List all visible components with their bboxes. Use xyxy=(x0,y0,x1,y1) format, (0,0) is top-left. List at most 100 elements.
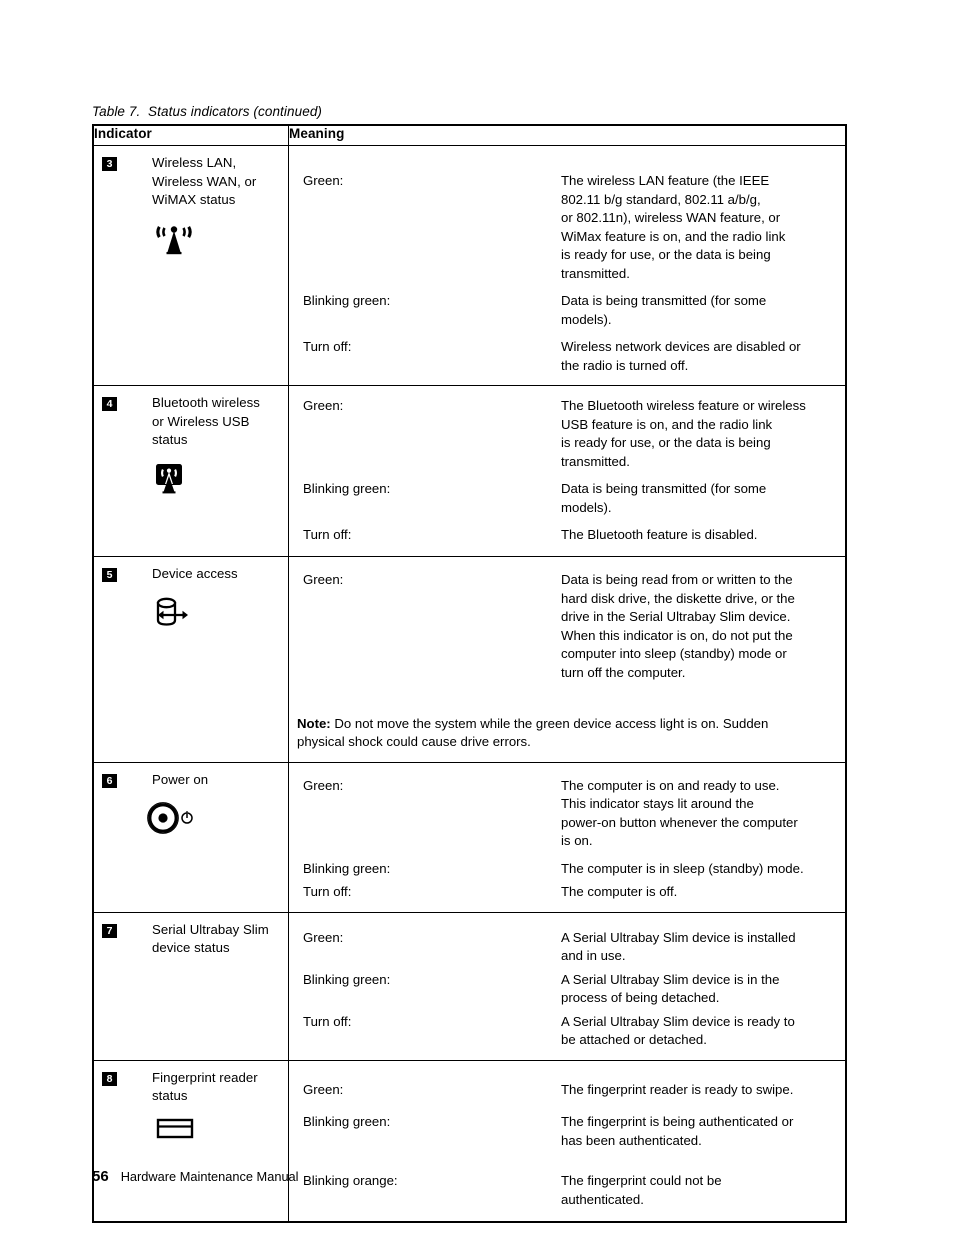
meaning-description: A Serial Ultrabay Slim device is ready t… xyxy=(561,1013,795,1048)
table-row: 5 Device access Green: Data is being rea… xyxy=(92,556,847,763)
table-row: 3 Wireless LAN, Wireless WAN, or WiMAX s… xyxy=(92,145,847,386)
meaning-entry: Green: The computer is on and ready to u… xyxy=(289,777,841,851)
indicator-label: Device access xyxy=(152,566,238,581)
meaning-term: Blinking green: xyxy=(303,971,391,987)
indicator-cell: 8 Fingerprint reader status xyxy=(92,1059,289,1222)
meaning-term: Blinking green: xyxy=(303,481,391,496)
meaning-term: Green: xyxy=(303,398,344,413)
note-text: Do not move the system while the green d… xyxy=(297,715,769,750)
meaning-description: The wireless LAN feature (the IEEE 802.1… xyxy=(561,173,786,281)
indicator-label: Power on xyxy=(152,771,209,787)
column-header-meaning: Meaning xyxy=(288,124,847,146)
indicator-cell: 5 Device access xyxy=(92,556,289,763)
table-caption: Table 7. Status indicators (continued) xyxy=(92,104,323,119)
meaning-term: Green: xyxy=(303,572,344,587)
indicator-cell: 6 Power on xyxy=(92,761,289,913)
meaning-term: Green: xyxy=(303,777,344,793)
table-row: 8 Fingerprint reader status Green: The f… xyxy=(92,1059,847,1222)
meaning-entry: Green: Data is being read from or writte… xyxy=(289,571,841,682)
meaning-description: The computer is on and ready to use. Thi… xyxy=(561,777,798,849)
note-block: Note: Do not move the system while the g… xyxy=(289,696,841,752)
indicator-badge-5: 5 xyxy=(102,568,117,582)
meaning-term: Blinking green: xyxy=(303,293,391,308)
meaning-entry: Blinking green: The fingerprint is being… xyxy=(289,1113,841,1150)
meaning-description: The fingerprint reader is ready to swipe… xyxy=(561,1081,794,1097)
status-indicators-table: Indicator Meaning 3 Wireless LAN, Wirele… xyxy=(92,124,847,1223)
power-on-icon xyxy=(146,801,282,839)
indicator-badge-6: 6 xyxy=(102,773,117,788)
meaning-entry: Blinking green: A Serial Ultrabay Slim d… xyxy=(289,971,841,1008)
meaning-description: The computer is in sleep (standby) mode. xyxy=(561,860,804,876)
meaning-entry: Turn off: The computer is off. xyxy=(289,883,841,902)
indicator-badge-8: 8 xyxy=(102,1071,117,1086)
meaning-term: Turn off: xyxy=(303,1013,352,1029)
meaning-term: Turn off: xyxy=(303,527,352,542)
meaning-entry: Blinking orange: The fingerprint could n… xyxy=(289,1172,841,1209)
footer-title: Hardware Maintenance Manual xyxy=(120,1169,299,1184)
meaning-entry: Turn off: A Serial Ultrabay Slim device … xyxy=(289,1013,841,1050)
meaning-entry: Blinking green: The computer is in sleep… xyxy=(289,860,841,879)
meaning-cell: Green: A Serial Ultrabay Slim device is … xyxy=(288,911,847,1061)
meaning-description: A Serial Ultrabay Slim device is in the … xyxy=(561,971,780,1006)
meaning-cell: Green: The computer is on and ready to u… xyxy=(288,761,847,913)
antenna-tower-icon xyxy=(154,222,282,260)
document-page: Table 7. Status indicators (continued) I… xyxy=(0,0,954,1235)
indicator-cell: 4 Bluetooth wireless or Wireless USB sta… xyxy=(92,385,289,557)
meaning-cell: Green: The Bluetooth wireless feature or… xyxy=(288,385,847,557)
indicator-badge-3: 3 xyxy=(102,157,117,171)
table-row: 7 Serial Ultrabay Slim device status Gre… xyxy=(92,911,847,1061)
table-row: 4 Bluetooth wireless or Wireless USB sta… xyxy=(92,385,847,557)
meaning-description: The Bluetooth feature is disabled. xyxy=(561,527,758,542)
meaning-cell: Green: The wireless LAN feature (the IEE… xyxy=(288,145,847,386)
meaning-term: Blinking green: xyxy=(303,1114,391,1129)
page-number: 56 xyxy=(92,1168,109,1185)
table-row: 6 Power on Green: The computer is on and… xyxy=(92,761,847,913)
meaning-entry: Blinking green: Data is being transmitte… xyxy=(289,292,841,329)
meaning-entry: Green: The fingerprint reader is ready t… xyxy=(289,1081,841,1100)
meaning-entry: Green: The Bluetooth wireless feature or… xyxy=(289,397,841,471)
column-header-indicator: Indicator xyxy=(92,124,289,146)
meaning-description: Data is being read from or written to th… xyxy=(561,572,795,680)
meaning-term: Turn off: xyxy=(303,884,352,899)
meaning-term: Turn off: xyxy=(303,339,352,354)
meaning-description: Wireless network devices are disabled or… xyxy=(561,339,801,373)
meaning-description: The Bluetooth wireless feature or wirele… xyxy=(561,398,806,469)
meaning-description: The computer is off. xyxy=(561,884,678,899)
meaning-entry: Turn off: The Bluetooth feature is disab… xyxy=(289,526,841,545)
bluetooth-wireless-usb-icon xyxy=(154,462,282,500)
note-label: Note: xyxy=(297,715,331,731)
indicator-label: Serial Ultrabay Slim device status xyxy=(152,921,269,956)
meaning-entry: Turn off: Wireless network devices are d… xyxy=(289,338,841,375)
indicator-label: Wireless LAN, Wireless WAN, or WiMAX sta… xyxy=(152,155,257,207)
meaning-entry: Blinking green: Data is being transmitte… xyxy=(289,480,841,517)
meaning-description: The fingerprint is being authenticated o… xyxy=(561,1114,794,1148)
device-access-drive-icon xyxy=(154,596,282,634)
indicator-badge-4: 4 xyxy=(102,397,117,411)
meaning-term: Blinking orange: xyxy=(303,1173,398,1188)
indicator-badge-7: 7 xyxy=(102,923,117,938)
meaning-cell: Green: The fingerprint reader is ready t… xyxy=(288,1059,847,1222)
meaning-term: Green: xyxy=(303,929,344,945)
meaning-entry: Green: A Serial Ultrabay Slim device is … xyxy=(289,929,841,966)
meaning-term: Green: xyxy=(303,1081,344,1097)
indicator-cell: 3 Wireless LAN, Wireless WAN, or WiMAX s… xyxy=(92,145,289,386)
table-header-row: Indicator Meaning xyxy=(92,124,847,146)
page-footer: 56 Hardware Maintenance Manual xyxy=(92,1168,299,1185)
meaning-description: A Serial Ultrabay Slim device is install… xyxy=(561,929,796,964)
meaning-description: Data is being transmitted (for some mode… xyxy=(561,293,767,327)
fingerprint-reader-icon xyxy=(156,1116,282,1154)
meaning-description: The fingerprint could not be authenticat… xyxy=(561,1173,722,1207)
meaning-description: Data is being transmitted (for some mode… xyxy=(561,481,767,515)
indicator-label: Bluetooth wireless or Wireless USB statu… xyxy=(152,395,260,447)
indicator-cell: 7 Serial Ultrabay Slim device status xyxy=(92,911,289,1061)
meaning-term: Green: xyxy=(303,173,344,188)
meaning-cell: Green: Data is being read from or writte… xyxy=(288,556,847,763)
meaning-entry: Green: The wireless LAN feature (the IEE… xyxy=(289,172,841,283)
